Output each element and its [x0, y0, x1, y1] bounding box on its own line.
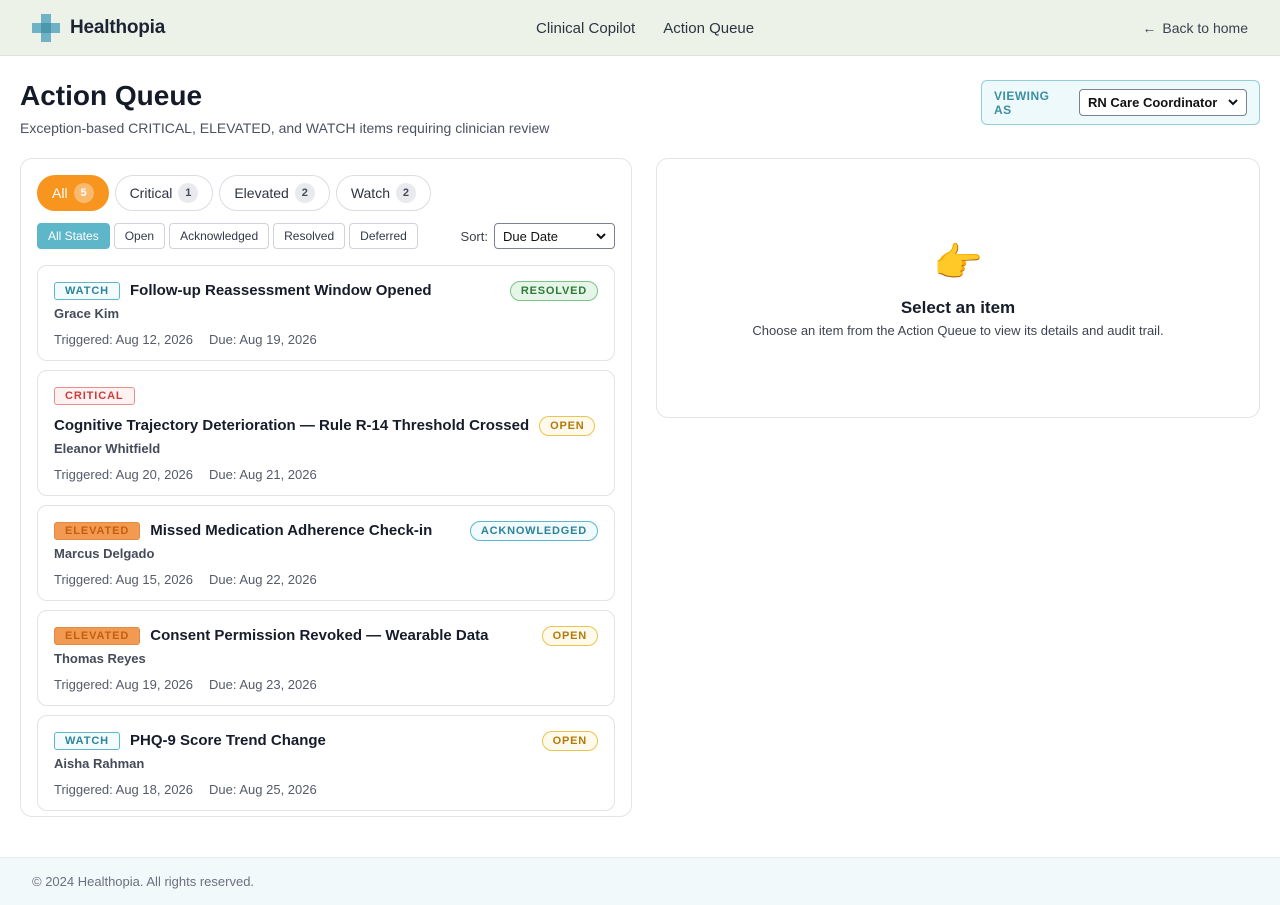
- status-badge: RESOLVED: [509, 281, 598, 301]
- status-badge: OPEN: [541, 626, 598, 646]
- tab-count-badge: 5: [73, 183, 94, 203]
- state-filters: All States Open Acknowledged Resolved De…: [37, 223, 418, 249]
- pointing-hand-icon: 👉: [933, 241, 983, 285]
- tab-count-badge: 2: [395, 183, 416, 203]
- chevron-down-icon: [1228, 99, 1238, 106]
- tab-watch[interactable]: Watch 2: [335, 175, 431, 211]
- triggered-date: Triggered: Aug 20, 2026: [54, 467, 194, 482]
- page-subtitle: Exception-based CRITICAL, ELEVATED, and …: [20, 120, 550, 136]
- role-select-value: RN Care Coordinator: [1088, 95, 1218, 110]
- action-item-card[interactable]: ELEVATED Consent Permission Revoked — We…: [37, 610, 615, 706]
- item-title: Consent Permission Revoked — Wearable Da…: [150, 627, 489, 644]
- triggered-date: Triggered: Aug 19, 2026: [54, 677, 194, 692]
- status-badge: ACKNOWLEDGED: [469, 521, 598, 541]
- sort-select[interactable]: Due Date: [494, 223, 615, 249]
- brand[interactable]: Healthopia: [32, 13, 166, 42]
- tab-all[interactable]: All 5: [37, 175, 109, 211]
- item-title: PHQ-9 Score Trend Change: [130, 732, 326, 749]
- triggered-date: Triggered: Aug 18, 2026: [54, 782, 194, 797]
- action-item-card[interactable]: ELEVATED Missed Medication Adherence Che…: [37, 505, 615, 601]
- action-queue-list-panel: All 5 Critical 1 Elevated 2 Watch 2 All …: [20, 158, 632, 817]
- due-date: Due: Aug 23, 2026: [209, 677, 317, 692]
- action-item-card[interactable]: CRITICAL Cognitive Trajectory Deteriorat…: [37, 370, 615, 496]
- action-item-card[interactable]: WATCH PHQ-9 Score Trend Change OPEN Aish…: [37, 715, 615, 811]
- severity-tabs: All 5 Critical 1 Elevated 2 Watch 2: [37, 175, 431, 211]
- filter-all-states[interactable]: All States: [37, 223, 110, 249]
- action-item-card[interactable]: WATCH Follow-up Reassessment Window Open…: [37, 265, 615, 361]
- sort-select-value: Due Date: [503, 228, 558, 244]
- page-title: Action Queue: [20, 80, 203, 111]
- top-navigation-bar: Healthopia Clinical Copilot Action Queue…: [0, 0, 1280, 56]
- back-to-home-link[interactable]: ← Back to home: [1142, 0, 1248, 56]
- tab-elevated[interactable]: Elevated 2: [219, 175, 330, 211]
- sort-label: Sort:: [460, 228, 488, 244]
- status-badge: OPEN: [539, 416, 596, 436]
- triggered-date: Triggered: Aug 15, 2026: [54, 572, 194, 587]
- copyright-text: © 2024 Healthopia. All rights reserved.: [32, 874, 255, 889]
- due-date: Due: Aug 21, 2026: [209, 467, 317, 482]
- tab-label: Critical: [129, 185, 173, 201]
- back-to-home-label: Back to home: [1162, 20, 1248, 36]
- footer: © 2024 Healthopia. All rights reserved.: [0, 857, 1280, 905]
- severity-badge: WATCH: [54, 282, 121, 300]
- chevron-down-icon: [596, 232, 606, 239]
- filter-open[interactable]: Open: [113, 223, 166, 249]
- severity-badge: ELEVATED: [54, 522, 141, 540]
- arrow-left-icon: ←: [1142, 20, 1157, 36]
- viewing-as-label: VIEWING AS: [994, 88, 1050, 117]
- due-date: Due: Aug 25, 2026: [209, 782, 317, 797]
- due-date: Due: Aug 22, 2026: [209, 572, 317, 587]
- item-title: Cognitive Trajectory Deterioration — Rul…: [54, 417, 530, 434]
- tab-label: All: [52, 185, 68, 201]
- item-title: Follow-up Reassessment Window Opened: [130, 282, 432, 299]
- filter-deferred[interactable]: Deferred: [349, 223, 418, 249]
- item-title: Missed Medication Adherence Check-in: [150, 522, 433, 539]
- tab-label: Elevated: [234, 185, 289, 201]
- tab-count-badge: 1: [178, 183, 199, 203]
- filter-resolved[interactable]: Resolved: [273, 223, 346, 249]
- patient-name: Thomas Reyes: [54, 651, 146, 666]
- tab-critical[interactable]: Critical 1: [114, 175, 214, 211]
- severity-badge: ELEVATED: [54, 627, 141, 645]
- severity-badge: CRITICAL: [54, 387, 135, 405]
- role-select[interactable]: RN Care Coordinator: [1079, 89, 1247, 116]
- patient-name: Eleanor Whitfield: [54, 441, 161, 456]
- severity-badge: WATCH: [54, 732, 121, 750]
- viewing-as-panel: VIEWING AS RN Care Coordinator: [981, 80, 1260, 125]
- action-item-list: WATCH Follow-up Reassessment Window Open…: [37, 265, 615, 820]
- brand-name: Healthopia: [70, 16, 166, 38]
- triggered-date: Triggered: Aug 12, 2026: [54, 332, 194, 347]
- tab-count-badge: 2: [294, 183, 315, 203]
- nav-action-queue[interactable]: Action Queue: [663, 20, 754, 37]
- main-nav: Clinical Copilot Action Queue: [536, 0, 754, 56]
- sort-control: Sort: Due Date: [461, 223, 615, 249]
- nav-clinical-copilot[interactable]: Clinical Copilot: [536, 20, 635, 37]
- healthopia-cross-logo-icon: [32, 13, 60, 42]
- patient-name: Aisha Rahman: [54, 756, 145, 771]
- item-detail-panel: 👉 Select an item Choose an item from the…: [656, 158, 1260, 418]
- patient-name: Grace Kim: [54, 306, 120, 321]
- filter-acknowledged[interactable]: Acknowledged: [169, 223, 270, 249]
- empty-state-title: Select an item: [900, 298, 1016, 317]
- tab-label: Watch: [350, 185, 390, 201]
- status-badge: OPEN: [541, 731, 598, 751]
- page-header: Action Queue Exception-based CRITICAL, E…: [20, 80, 549, 136]
- patient-name: Marcus Delgado: [54, 546, 155, 561]
- empty-state-subtitle: Choose an item from the Action Queue to …: [752, 323, 1164, 338]
- due-date: Due: Aug 19, 2026: [209, 332, 317, 347]
